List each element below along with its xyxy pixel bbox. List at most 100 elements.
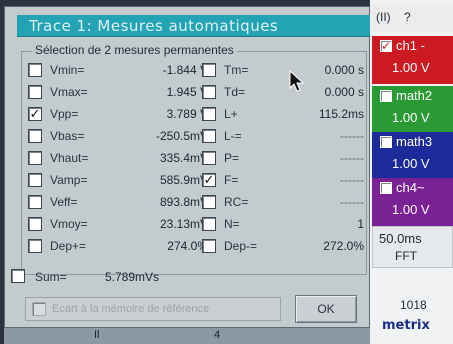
measure-label: P=	[224, 151, 240, 165]
measure-label: Td=	[224, 85, 246, 99]
channel-ch4[interactable]: ch4~ 1.00 V	[372, 178, 453, 226]
measure-row[interactable]: Vmax= 1.945 V	[28, 84, 218, 103]
measure-value: -250.5mV	[155, 129, 208, 143]
measure-label: Vbas=	[50, 129, 85, 143]
measure-row[interactable]: Vbas= -250.5mV	[28, 128, 218, 147]
channel-name: ch4~	[396, 180, 425, 195]
channel-panel: (II) ? ✓ ch1 - 1.00 V math2 1.00 V math3…	[370, 0, 453, 344]
checkbox[interactable]	[202, 85, 216, 99]
measure-row[interactable]: ✓ F= ------	[202, 172, 368, 191]
fft-button[interactable]: FFT	[395, 249, 417, 263]
checkbox[interactable]	[11, 269, 25, 283]
checkbox[interactable]	[28, 151, 42, 165]
measure-label: F=	[224, 173, 239, 187]
checkbox[interactable]	[28, 129, 42, 143]
measure-row[interactable]: Vmoy= 23.13mV	[28, 216, 218, 235]
checkbox-checked[interactable]: ✓	[202, 173, 216, 187]
measure-value: 335.4mV	[159, 151, 208, 165]
measure-row[interactable]: Dep-= 272.0%	[202, 238, 368, 257]
channel-math3[interactable]: math3 1.00 V	[372, 132, 453, 180]
checkbox[interactable]	[202, 129, 216, 143]
measure-label: Vmax=	[50, 85, 88, 99]
measure-row[interactable]: Dep+= 274.0%	[28, 238, 218, 257]
checkbox[interactable]	[202, 107, 216, 121]
brand-logo: metrix	[382, 318, 430, 333]
measure-value: 23.13mV	[159, 217, 208, 231]
measures-group: Sélection de 2 mesures permanentes Vmin=…	[21, 43, 368, 275]
measure-value: ------	[340, 173, 364, 187]
sum-row[interactable]: Sum= 5.789mVs	[11, 269, 227, 287]
right-measures: Tm= 0.000 s Td= 0.000 s L+ 115.2ms L-= -----…	[202, 62, 368, 260]
checkbox[interactable]	[202, 63, 216, 77]
reference-memory-option[interactable]: Ecart à la mémoire de référence	[25, 297, 281, 321]
measure-label: Vamp=	[50, 173, 88, 187]
help-icon[interactable]: ?	[404, 10, 411, 24]
channel-ch1[interactable]: ✓ ch1 - 1.00 V	[372, 36, 453, 84]
measure-row[interactable]: Vhaut= 335.4mV	[28, 150, 218, 169]
dialog-titlebar[interactable]: Trace 1: Mesures automatiques	[17, 15, 371, 37]
checkbox[interactable]	[202, 239, 216, 253]
menu-icons: (II) ?	[370, 4, 453, 32]
measure-row[interactable]: L-= ------	[202, 128, 368, 147]
menu-item-left[interactable]: (II)	[376, 10, 391, 24]
checkbox-checked[interactable]: ✓	[28, 107, 42, 121]
checkbox[interactable]	[28, 63, 42, 77]
channel-name: ch1 -	[396, 38, 425, 53]
measure-value: 1	[357, 217, 364, 231]
measure-row[interactable]: Tm= 0.000 s	[202, 62, 368, 81]
measure-label: L-=	[224, 129, 242, 143]
timebase-panel[interactable]: 50.0ms FFT	[372, 226, 453, 268]
measure-row[interactable]: ✓ Vpp= 3.789 V	[28, 106, 218, 125]
marker-mid: 4	[214, 329, 221, 341]
measure-row[interactable]: N= 1	[202, 216, 368, 235]
channel-math2[interactable]: math2 1.00 V	[372, 86, 453, 134]
measure-row[interactable]: P= ------	[202, 150, 368, 169]
measure-row[interactable]: Vmin= -1.844 V	[28, 62, 218, 81]
channel-volts: 1.00 V	[392, 110, 430, 125]
channel-volts: 1.00 V	[392, 60, 430, 75]
checkbox[interactable]	[202, 151, 216, 165]
checkbox-checked[interactable]: ✓	[380, 40, 392, 52]
checkbox[interactable]	[202, 217, 216, 231]
reference-memory-label: Ecart à la mémoire de référence	[52, 303, 210, 315]
measure-value: 893.8mV	[159, 195, 208, 209]
measure-label: RC=	[224, 195, 249, 209]
measure-row[interactable]: L+ 115.2ms	[202, 106, 368, 125]
measure-value: ------	[340, 151, 364, 165]
sum-value: 5.789mVs	[105, 270, 160, 284]
measure-row[interactable]: RC= ------	[202, 194, 368, 213]
checkbox[interactable]	[28, 239, 42, 253]
measure-label: Vpp=	[50, 107, 79, 121]
measure-label: Vhaut=	[50, 151, 89, 165]
measure-row[interactable]: Vamp= 585.9mV	[28, 172, 218, 191]
ok-button[interactable]: OK	[295, 295, 357, 323]
measure-label: Vmin=	[50, 63, 85, 77]
checkbox[interactable]	[28, 195, 42, 209]
checkbox[interactable]	[380, 182, 392, 194]
measure-label: Dep+=	[50, 239, 87, 253]
left-measures: Vmin= -1.844 V Vmax= 1.945 V ✓ Vpp= 3.789 V …	[28, 62, 218, 260]
measure-value: ------	[340, 195, 364, 209]
checkbox[interactable]	[28, 173, 42, 187]
channel-name: math2	[396, 88, 433, 103]
checkbox-disabled[interactable]	[32, 302, 46, 316]
channel-volts: 1.00 V	[392, 202, 430, 217]
checkbox[interactable]	[380, 136, 392, 148]
measure-value: 585.9mV	[159, 173, 208, 187]
timebase-value: 50.0ms	[379, 231, 422, 246]
group-title: Sélection de 2 mesures permanentes	[32, 43, 237, 57]
measure-value: 0.000 s	[324, 85, 364, 99]
marker-left: Il	[94, 329, 100, 341]
measure-label: N=	[224, 217, 240, 231]
checkbox[interactable]	[28, 85, 42, 99]
measure-row[interactable]: Veff= 893.8mV	[28, 194, 218, 213]
bottom-bar: Il 4	[4, 328, 370, 344]
measure-value: 272.0%	[323, 239, 364, 253]
checkbox[interactable]	[380, 90, 392, 102]
measure-label: Tm=	[224, 63, 249, 77]
measure-value: 115.2ms	[318, 107, 364, 121]
measure-row[interactable]: Td= 0.000 s	[202, 84, 368, 103]
checkbox[interactable]	[28, 217, 42, 231]
channel-name: math3	[396, 134, 433, 149]
checkbox[interactable]	[202, 195, 216, 209]
